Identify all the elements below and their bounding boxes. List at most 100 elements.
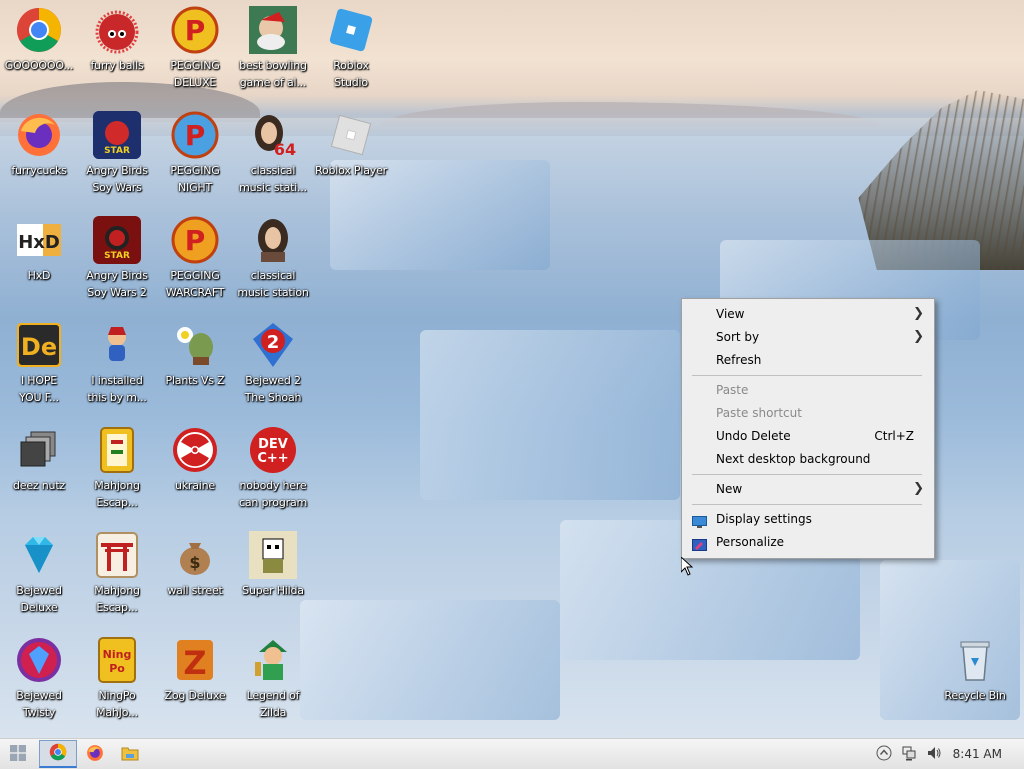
- dev-cpp-icon: DEV C++: [249, 426, 297, 474]
- icon-label: classical music station: [237, 269, 309, 299]
- desktop-icon-furry-balls[interactable]: furry balls: [77, 6, 157, 74]
- menu-item-label: Personalize: [716, 535, 785, 549]
- desktop-icon-ukraine[interactable]: ukraine: [155, 426, 235, 494]
- cartoon-character-icon: [93, 321, 141, 369]
- menu-item-label: View: [716, 307, 745, 321]
- icon-label: GOOOOOO...: [4, 59, 74, 72]
- menu-item-label: Next desktop background: [716, 452, 871, 466]
- icon-label: Zog Deluxe: [164, 689, 226, 702]
- desktop-icon-bejewed-2[interactable]: 2 Bejewed 2 The Shoah: [233, 321, 313, 406]
- icon-label: furry balls: [90, 59, 144, 72]
- menu-item-personalize[interactable]: Personalize: [682, 531, 934, 553]
- desktop-icon-hxd[interactable]: HxD HxD: [0, 216, 79, 284]
- menu-separator: [692, 375, 922, 376]
- menu-separator: [692, 504, 922, 505]
- menu-item-refresh[interactable]: Refresh: [682, 349, 934, 371]
- money-bag-icon: $: [171, 531, 219, 579]
- menu-item-display-settings[interactable]: Display settings: [682, 508, 934, 530]
- icon-label: Angry Birds Soy Wars: [86, 164, 148, 194]
- icon-label: Bejewed 2 The Shoah: [244, 374, 302, 404]
- menu-item-view[interactable]: View ❯: [682, 303, 934, 325]
- menu-item-label: Refresh: [716, 353, 762, 367]
- desktop-icon-angry-birds-soy-wars-2[interactable]: STAR Angry Birds Soy Wars 2: [77, 216, 157, 301]
- svg-text:Z: Z: [183, 644, 206, 682]
- desktop-icon-angry-birds-soy-wars[interactable]: STAR Angry Birds Soy Wars: [77, 111, 157, 196]
- plants-vs-zombies-icon: [171, 321, 219, 369]
- menu-item-label: Paste: [716, 383, 749, 397]
- icon-label: Legend of Zilda: [246, 689, 300, 719]
- desktop-icon-classical-music-64[interactable]: 64 classical music stati...: [233, 111, 313, 196]
- desktop-icon-deez-nutz[interactable]: deez nutz: [0, 426, 79, 494]
- icon-label: PEGGING NIGHT: [170, 164, 220, 194]
- desktop-icon-classical-music[interactable]: classical music station: [233, 216, 313, 301]
- desktop-icon-mahjong-escape-1[interactable]: Mahjong Escap...: [77, 426, 157, 511]
- taskbar: 8:41 AM: [0, 738, 1024, 769]
- radiation-icon: [171, 426, 219, 474]
- torii-gate-icon: [93, 531, 141, 579]
- menu-item-label: Display settings: [716, 512, 812, 526]
- svg-text:P: P: [185, 14, 206, 47]
- taskbar-clock[interactable]: 8:41 AM: [953, 739, 1002, 769]
- icon-label: Roblox Player: [315, 164, 387, 177]
- desktop-icon-bowling[interactable]: best bowling game of al...: [233, 6, 313, 91]
- desktop-icon-pegging-deluxe[interactable]: P PEGGING DELUXE: [155, 6, 235, 91]
- menu-item-new[interactable]: New ❯: [682, 478, 934, 500]
- desktop-icon-wall-street[interactable]: $ wall street: [155, 531, 235, 599]
- network-icon: [901, 745, 917, 764]
- menu-item-next-desktop-background[interactable]: Next desktop background: [682, 448, 934, 470]
- icon-label: NingPo MahJo...: [96, 689, 138, 719]
- taskbar-firefox-button[interactable]: [78, 740, 112, 768]
- icon-label: I installed this by m...: [87, 374, 147, 404]
- svg-text:STAR: STAR: [104, 146, 130, 156]
- desktop-icon-i-installed[interactable]: I installed this by m...: [77, 321, 157, 406]
- desktop-icon-pegging-warcraft[interactable]: P PEGGING WARCRAFT: [155, 216, 235, 301]
- red-fuzzball-icon: [93, 6, 141, 54]
- icon-label: Mahjong Escap...: [94, 584, 140, 614]
- svg-text:2: 2: [267, 332, 280, 353]
- desktop-icon-roblox-player[interactable]: Roblox Player: [311, 111, 391, 179]
- menu-item-label: Paste shortcut: [716, 406, 802, 420]
- desktop-icon-bejewed-deluxe[interactable]: Bejewed Deluxe: [0, 531, 79, 616]
- taskbar-chrome-button[interactable]: [39, 740, 77, 768]
- menu-item-paste: Paste: [682, 379, 934, 401]
- desktop-icon-legend-of-zilda[interactable]: Legend of Zilda: [233, 636, 313, 721]
- volume-button[interactable]: [923, 740, 945, 768]
- zilda-character-icon: [249, 636, 297, 684]
- desktop-icon-zog-deluxe[interactable]: Z Zog Deluxe: [155, 636, 235, 704]
- desktop-icon-nobody-here[interactable]: DEV C++ nobody here can program: [233, 426, 313, 511]
- diamond-icon: [15, 531, 63, 579]
- taskbar-file-explorer-button[interactable]: [113, 740, 147, 768]
- zog-z-icon: Z: [171, 636, 219, 684]
- menu-item-undo-delete[interactable]: Undo Delete Ctrl+Z: [682, 425, 934, 447]
- desktop-icon-recycle-bin[interactable]: Recycle Bin: [935, 636, 1015, 704]
- icon-label: PEGGING DELUXE: [170, 59, 220, 89]
- svg-text:Po: Po: [109, 662, 125, 675]
- bowling-santa-icon: [249, 6, 297, 54]
- svg-text:Ning: Ning: [103, 648, 132, 661]
- desktop-icon-plants-vs-z[interactable]: Plants Vs Z: [155, 321, 235, 389]
- desktop-icon-bejewed-twisty[interactable]: Bejewed Twisty: [0, 636, 79, 721]
- menu-item-label: Sort by: [716, 330, 760, 344]
- desktop-icon-super-hilda[interactable]: Super Hilda: [233, 531, 313, 599]
- desktop-icon-pegging-night[interactable]: P PEGGING NIGHT: [155, 111, 235, 196]
- desktop-icon-firefox[interactable]: furrycucks: [0, 111, 79, 179]
- wallpaper-ice: [420, 330, 680, 500]
- menu-item-sort-by[interactable]: Sort by ❯: [682, 326, 934, 348]
- desktop-icon-roblox-studio[interactable]: Roblox Studio: [311, 6, 391, 91]
- desktop-icon-i-hope[interactable]: De I HOPE YOU F...: [0, 321, 79, 406]
- icon-label: deez nutz: [12, 479, 66, 492]
- desktop-icon-mahjong-escape-2[interactable]: Mahjong Escap...: [77, 531, 157, 616]
- stacked-windows-icon: [15, 426, 63, 474]
- shortcut-label: Ctrl+Z: [874, 429, 914, 443]
- portrait-64-icon: 64: [249, 111, 297, 159]
- start-button[interactable]: [0, 740, 36, 768]
- volume-icon: [926, 745, 942, 764]
- chrome-icon: [49, 743, 67, 764]
- desktop-icon-chrome[interactable]: GOOOOOO...: [0, 6, 79, 74]
- network-button[interactable]: [898, 740, 920, 768]
- desktop-icon-ningpo-mahjong[interactable]: Ning Po NingPo MahJo...: [77, 636, 157, 721]
- file-explorer-icon: [121, 745, 139, 764]
- desktop-background[interactable]: GOOOOOO... furry balls P PEGGING DELUXE …: [0, 0, 1024, 738]
- show-hidden-icons-button[interactable]: [873, 740, 895, 768]
- angry-birds-star-wars-2-icon: STAR: [93, 216, 141, 264]
